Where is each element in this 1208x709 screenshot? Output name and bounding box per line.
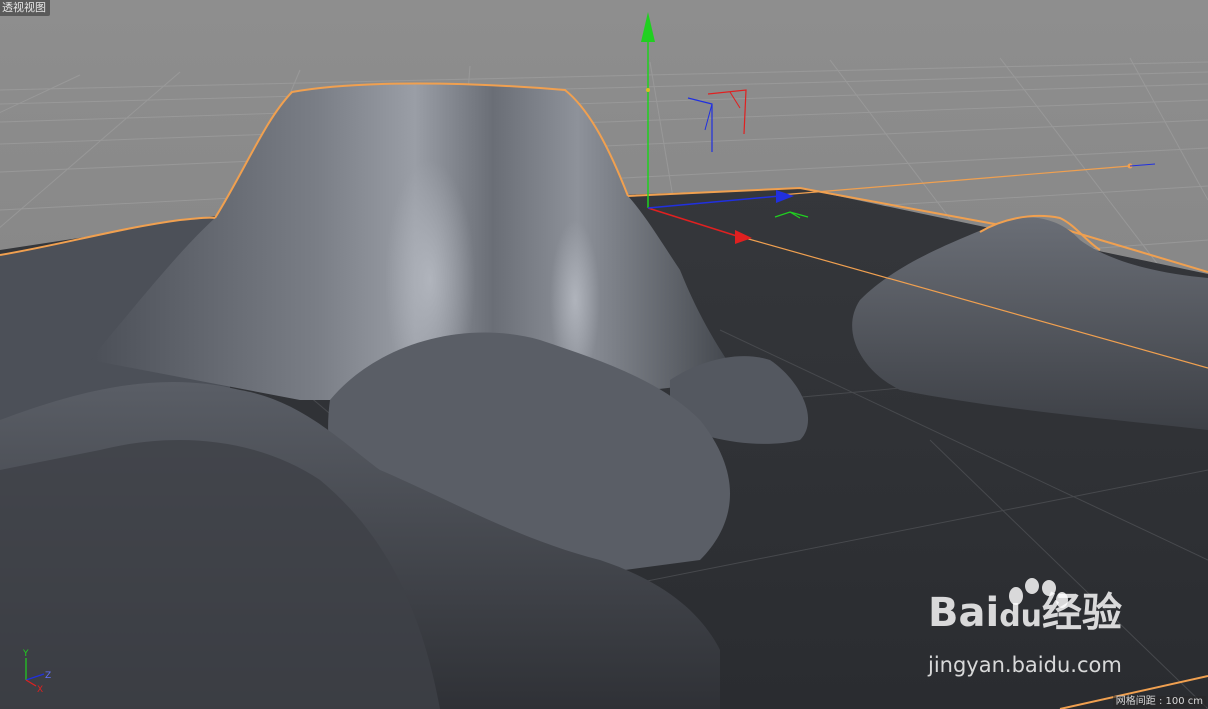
view-name-label[interactable]: 透视视图: [0, 0, 50, 16]
axis-z-label: Z: [45, 671, 51, 681]
viewport-scene[interactable]: [0, 0, 1208, 709]
grid-spacing-label: 网格间距 : 100 cm: [1112, 696, 1206, 708]
axis-y-label: Y: [22, 649, 29, 659]
world-axis-indicator: Y Z X: [22, 649, 51, 695]
perspective-viewport[interactable]: 透视视图 Y Z X Baidu经验 jingyan.baidu.com 网格间…: [0, 0, 1208, 709]
axis-x-label: X: [37, 685, 43, 695]
gizmo-y-handle[interactable]: [646, 88, 650, 92]
